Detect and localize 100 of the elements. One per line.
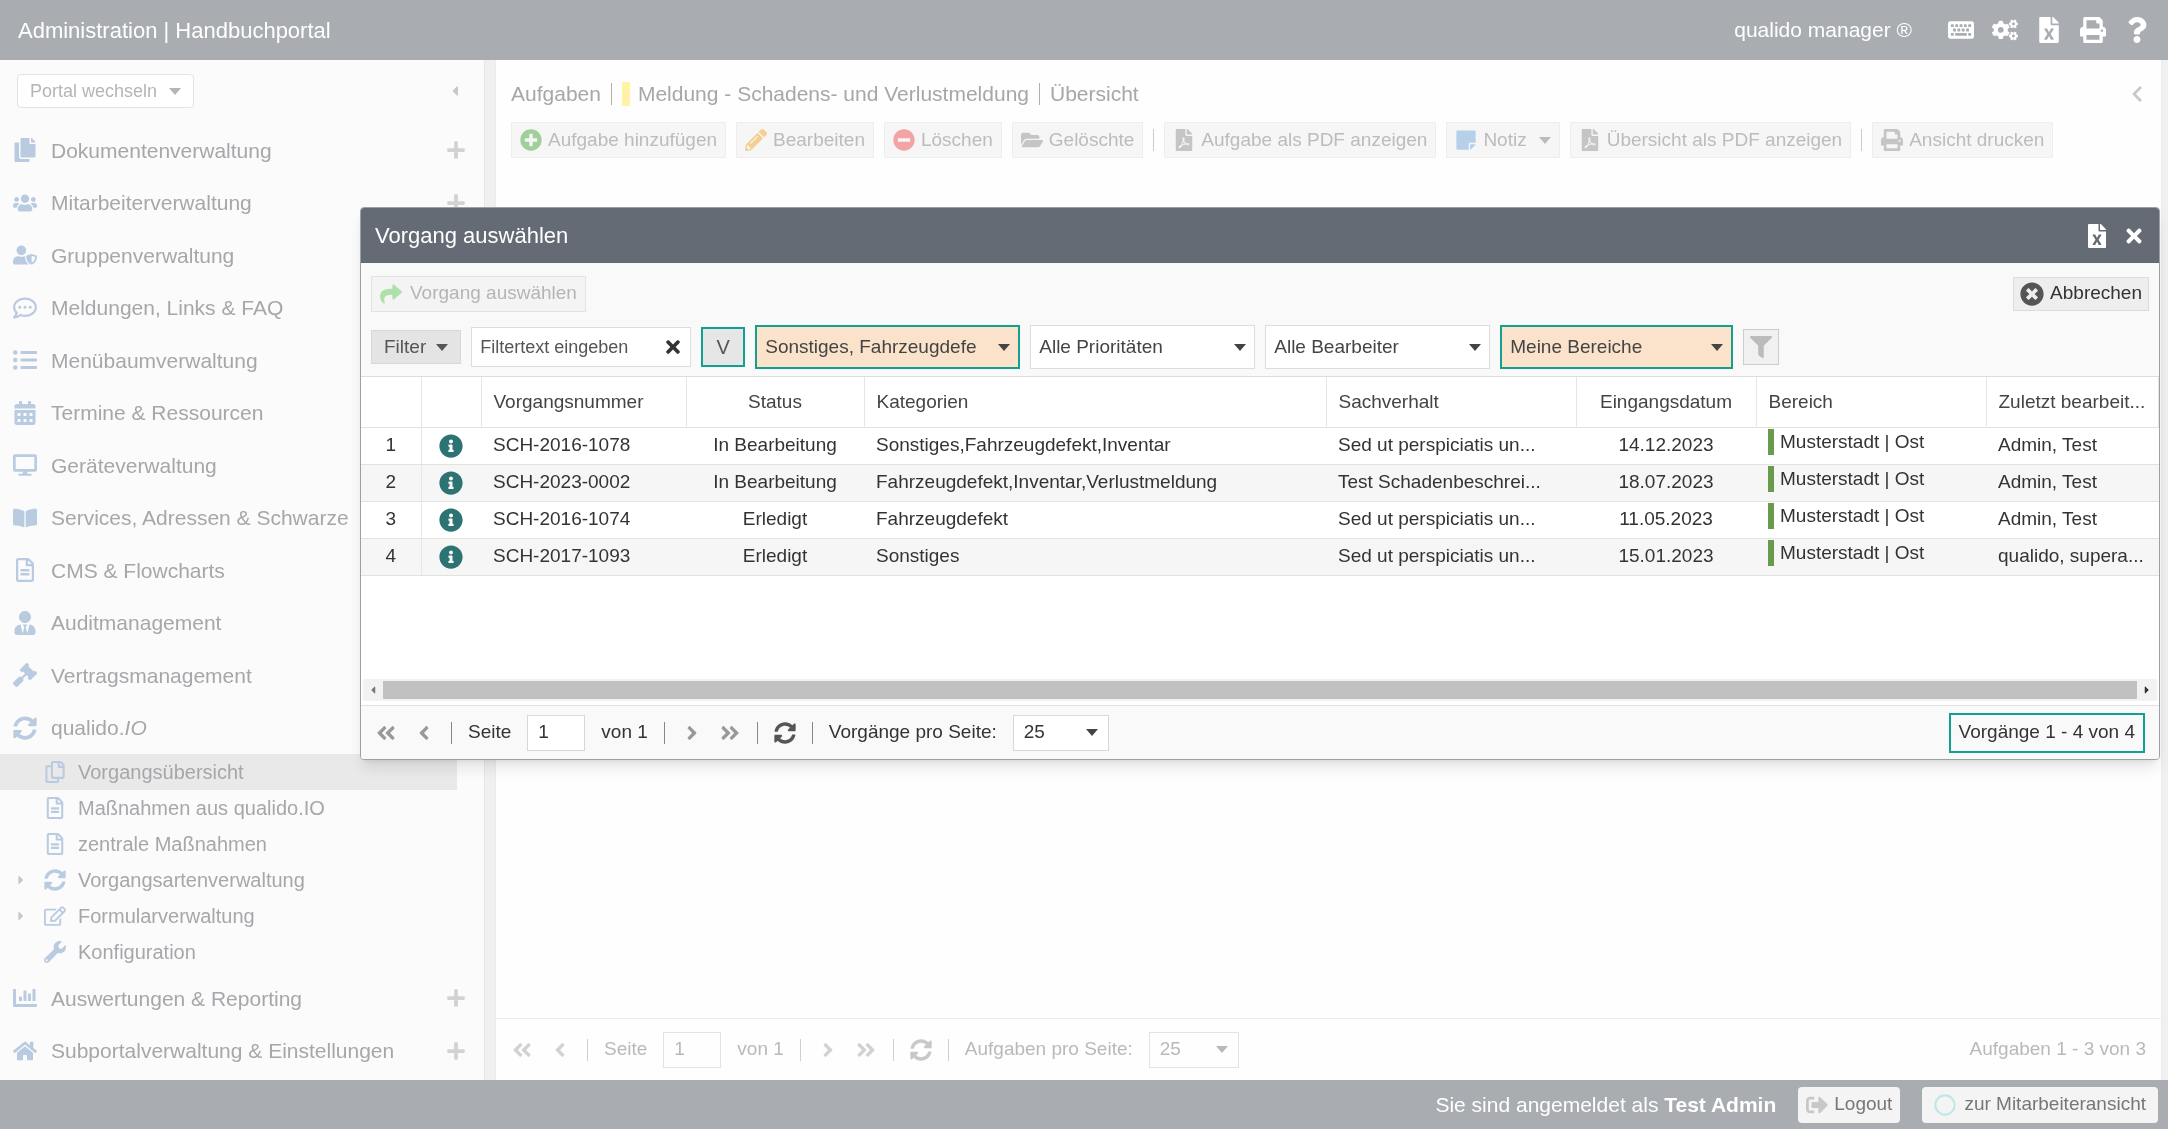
toolbar-button[interactable]: Übersicht als PDF anzeigen xyxy=(1569,122,1852,158)
table-cell: Test Schadenbeschrei... xyxy=(1338,471,1541,493)
plus-icon xyxy=(446,1040,466,1061)
tree-item-label: Vorgangsübersicht xyxy=(78,760,244,785)
per-page-dropdown[interactable]: 25 xyxy=(1012,714,1109,751)
toolbar-button[interactable]: Notiz xyxy=(1446,122,1560,158)
area-color-bar xyxy=(1768,502,1774,529)
sidebar-item[interactable]: Termine & Ressourcen xyxy=(51,397,264,429)
employee-view-button[interactable]: zur Mitarbeiteransicht xyxy=(1922,1086,2158,1123)
filter-dropdown[interactable]: Alle Prioritäten xyxy=(1030,325,1256,369)
logout-button[interactable]: Logout xyxy=(1798,1086,1901,1123)
toolbar-button[interactable]: Ansicht drucken xyxy=(1872,122,2054,158)
table-cell: 18.07.2023 xyxy=(1618,471,1714,493)
sidebar-item[interactable]: Gruppenverwaltung xyxy=(51,239,235,271)
filter-text-field[interactable]: Filtertext eingeben xyxy=(471,327,692,367)
caret-icon xyxy=(1085,729,1098,736)
filter-dropdown[interactable]: Sonstiges, Fahrzeugdefe xyxy=(755,325,1021,369)
page-count: von 1 xyxy=(601,720,648,745)
toolbar-button[interactable]: Bearbeiten xyxy=(736,122,874,158)
tree-item[interactable]: Vorgangsartenverwaltung xyxy=(0,862,457,898)
table-cell: Sed ut perspiciatis un... xyxy=(1338,434,1536,456)
sidebar-item[interactable]: Menübaumverwaltung xyxy=(51,344,258,376)
column-header[interactable]: Bereich xyxy=(1768,390,1833,412)
cancel-button[interactable]: Abbrechen xyxy=(2013,276,2149,311)
caret-icon xyxy=(1469,343,1482,351)
portal-switch-dropdown[interactable]: Portal wechseln xyxy=(17,74,195,108)
sidebar-item[interactable]: Mitarbeiterverwaltung xyxy=(51,187,252,219)
app-title: Administration | Handbuchportal xyxy=(18,16,331,45)
toolbar-button[interactable]: Löschen xyxy=(883,122,1002,158)
toolbar-button[interactable]: Aufgabe hinzufügen xyxy=(511,122,727,158)
plus-icon xyxy=(446,988,466,1009)
table-cell: Sed ut perspiciatis un... xyxy=(1338,545,1536,567)
info-icon xyxy=(439,545,464,570)
dialog-title: Vorgang auswählen xyxy=(375,222,569,250)
column-header[interactable]: Zuletzt bearbeit... xyxy=(1998,390,2146,412)
column-header[interactable]: Sachverhalt xyxy=(1338,390,1439,412)
table-cell: Sonstiges,Fahrzeugdefekt,Inventar xyxy=(876,434,1171,456)
filter-dropdown[interactable]: Alle Bearbeiter xyxy=(1265,325,1491,369)
breadcrumb-item[interactable]: Übersicht xyxy=(1050,78,1139,110)
sidebar-item[interactable]: Geräteverwaltung xyxy=(51,449,217,481)
wrench-icon xyxy=(44,941,66,963)
caret-icon xyxy=(998,343,1011,351)
per-page-dropdown[interactable]: 25 xyxy=(1148,1031,1239,1068)
sidebar-item[interactable]: Dokumentenverwaltung xyxy=(51,134,272,166)
scrollbar-thumb[interactable] xyxy=(383,681,2137,699)
tree-item-label: zentrale Maßnahmen xyxy=(78,832,267,857)
caret-icon xyxy=(1215,1046,1228,1053)
page-count: von 1 xyxy=(737,1037,784,1062)
tree-item[interactable]: Formularverwaltung xyxy=(0,898,457,934)
row-number: 1 xyxy=(385,434,397,456)
cancel-icon xyxy=(2020,281,2045,306)
page-label: Seite xyxy=(604,1037,648,1062)
filter-dropdown[interactable]: Meine Bereiche xyxy=(1500,325,1734,369)
tree-item[interactable]: zentrale Maßnahmen xyxy=(0,826,457,862)
row-number: 3 xyxy=(385,508,397,530)
checklist-icon xyxy=(44,833,66,855)
column-header[interactable]: Kategorien xyxy=(876,390,969,412)
page-field[interactable]: 1 xyxy=(663,1031,722,1068)
table-cell: Admin, Test xyxy=(1998,434,2097,456)
refresh-icon xyxy=(773,721,796,744)
table-cell: SCH-2023-0002 xyxy=(493,471,631,493)
filter-dropdown[interactable]: Filter xyxy=(371,330,462,364)
table-cell: Fahrzeugdefekt,Inventar,Verlustmeldung xyxy=(876,471,1218,493)
per-page-label: Vorgänge pro Seite: xyxy=(828,720,997,745)
table-cell: Admin, Test xyxy=(1998,471,2097,493)
caret-icon xyxy=(169,87,182,95)
area-color-bar xyxy=(1768,465,1774,492)
table-cell: Admin, Test xyxy=(1998,508,2097,530)
table-cell: Fahrzeugdefekt xyxy=(876,508,1009,530)
table-cell: 15.01.2023 xyxy=(1618,545,1714,567)
page-field[interactable]: 1 xyxy=(527,714,586,751)
tree-item[interactable]: Konfiguration xyxy=(0,934,457,970)
toolbar-button[interactable]: Gelöschte xyxy=(1011,122,1144,158)
horizontal-scrollbar[interactable] xyxy=(363,679,2157,701)
tree-item[interactable]: Maßnahmen aus qualido.IO xyxy=(0,790,457,826)
column-header[interactable]: Vorgangsnummer xyxy=(493,390,644,412)
color-marker xyxy=(621,82,630,106)
info-icon xyxy=(439,508,464,533)
column-header[interactable]: Eingangsdatum xyxy=(1599,390,1732,412)
sidebar-item[interactable]: Auswertungen & Reporting xyxy=(51,982,302,1014)
column-header[interactable]: Status xyxy=(748,390,802,412)
sidebar-item[interactable]: qualido.IO xyxy=(51,712,147,744)
per-page-label: Aufgaben pro Seite: xyxy=(964,1037,1133,1062)
sidebar-item[interactable]: Subportalverwaltung & Einstellungen xyxy=(51,1035,395,1067)
v-toggle-button[interactable]: V xyxy=(701,327,746,367)
sidebar-item[interactable]: Meldungen, Links & FAQ xyxy=(51,292,284,324)
table-cell: SCH-2017-1093 xyxy=(493,545,631,567)
toolbar-button[interactable]: Aufgabe als PDF anzeigen xyxy=(1164,122,1437,158)
pencil-icon xyxy=(745,129,768,151)
sidebar-item[interactable]: CMS & Flowcharts xyxy=(51,554,225,586)
spreadsheet-icon xyxy=(2036,17,2062,43)
breadcrumb-item[interactable]: Meldung - Schadens- und Verlustmeldung xyxy=(637,78,1029,110)
sidebar-item[interactable]: Services, Adressen & Schwarze xyxy=(51,502,349,534)
sidebar-item[interactable]: Vertragsmanagement xyxy=(51,659,252,691)
info-icon xyxy=(439,471,464,496)
sidebar-item[interactable]: Auditmanagement xyxy=(51,607,222,639)
table-cell: Erledigt xyxy=(742,545,808,567)
tree-item[interactable]: Vorgangsübersicht xyxy=(0,754,457,790)
breadcrumb-item[interactable]: Aufgaben xyxy=(511,78,601,110)
tree-item-label: Vorgangsartenverwaltung xyxy=(78,868,305,893)
